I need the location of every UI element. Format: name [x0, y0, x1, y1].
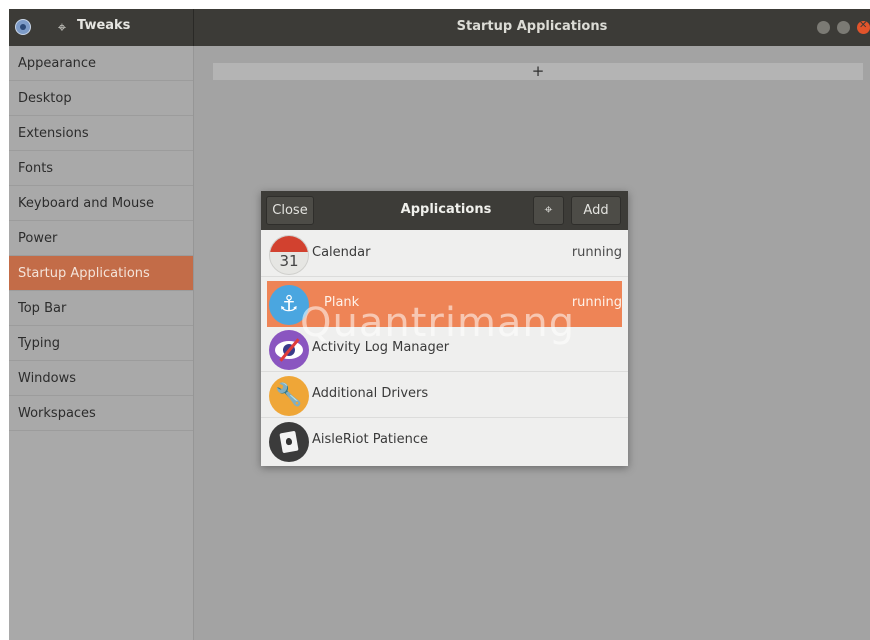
sidebar-item-keyboard-mouse[interactable]: Keyboard and Mouse [9, 186, 193, 221]
calendar-icon-badge: 31 [279, 252, 299, 270]
sidebar-item-power[interactable]: Power [9, 221, 193, 256]
app-row-plank[interactable]: ⚓ Plank running [267, 281, 622, 327]
sidebar: Appearance Desktop Extensions Fonts Keyb… [9, 46, 194, 640]
dialog-header: Close Applications ⌖ Add [261, 191, 628, 230]
app-row-additional-drivers[interactable]: 🔧 Additional Drivers [261, 372, 628, 418]
app-name: AisleRiot Patience [312, 432, 429, 447]
sidebar-item-desktop[interactable]: Desktop [9, 81, 193, 116]
app-row-activity-log-manager[interactable]: Activity Log Manager [261, 326, 628, 372]
applications-dialog: Close Applications ⌖ Add 31 Calendar run… [261, 191, 628, 466]
sidebar-item-windows[interactable]: Windows [9, 361, 193, 396]
search-icon[interactable]: ⌖ [533, 196, 564, 225]
close-window-button[interactable] [857, 20, 870, 34]
wrench-icon: 🔧 [269, 376, 309, 416]
maximize-button[interactable] [837, 21, 850, 34]
dialog-close-button[interactable]: Close [266, 196, 314, 225]
sidebar-item-startup-applications[interactable]: Startup Applications [9, 256, 193, 291]
eye-privacy-icon [269, 330, 309, 370]
app-title: Tweaks [77, 18, 131, 33]
title-bar-left: ⌖ Tweaks [9, 9, 194, 46]
tweaks-icon: ⌖ [57, 18, 67, 36]
sidebar-item-extensions[interactable]: Extensions [9, 116, 193, 151]
app-row-calendar[interactable]: 31 Calendar running [261, 231, 628, 277]
cards-icon [269, 422, 309, 462]
title-bar: ⌖ Tweaks Startup Applications [9, 9, 870, 46]
app-status: running [571, 245, 622, 260]
minimize-button[interactable] [817, 21, 830, 34]
app-name: Plank [324, 295, 360, 310]
sidebar-item-fonts[interactable]: Fonts [9, 151, 193, 186]
sidebar-item-workspaces[interactable]: Workspaces [9, 396, 193, 431]
sidebar-item-top-bar[interactable]: Top Bar [9, 291, 193, 326]
sidebar-item-appearance[interactable]: Appearance [9, 46, 193, 81]
app-row-aisleriot-patience[interactable]: AisleRiot Patience [261, 418, 628, 464]
app-name: Calendar [312, 245, 371, 260]
app-name: Additional Drivers [312, 386, 429, 401]
dialog-add-button[interactable]: Add [571, 196, 621, 225]
anchor-icon: ⚓ [269, 285, 309, 325]
app-name: Activity Log Manager [312, 340, 450, 355]
sidebar-item-typing[interactable]: Typing [9, 326, 193, 361]
calendar-icon: 31 [269, 235, 309, 275]
app-status: running [571, 295, 622, 310]
add-startup-app-button[interactable]: + [213, 63, 863, 80]
app-menu-icon[interactable] [15, 19, 31, 35]
page-title: Startup Applications [456, 19, 608, 34]
dialog-title: Applications [400, 202, 492, 217]
